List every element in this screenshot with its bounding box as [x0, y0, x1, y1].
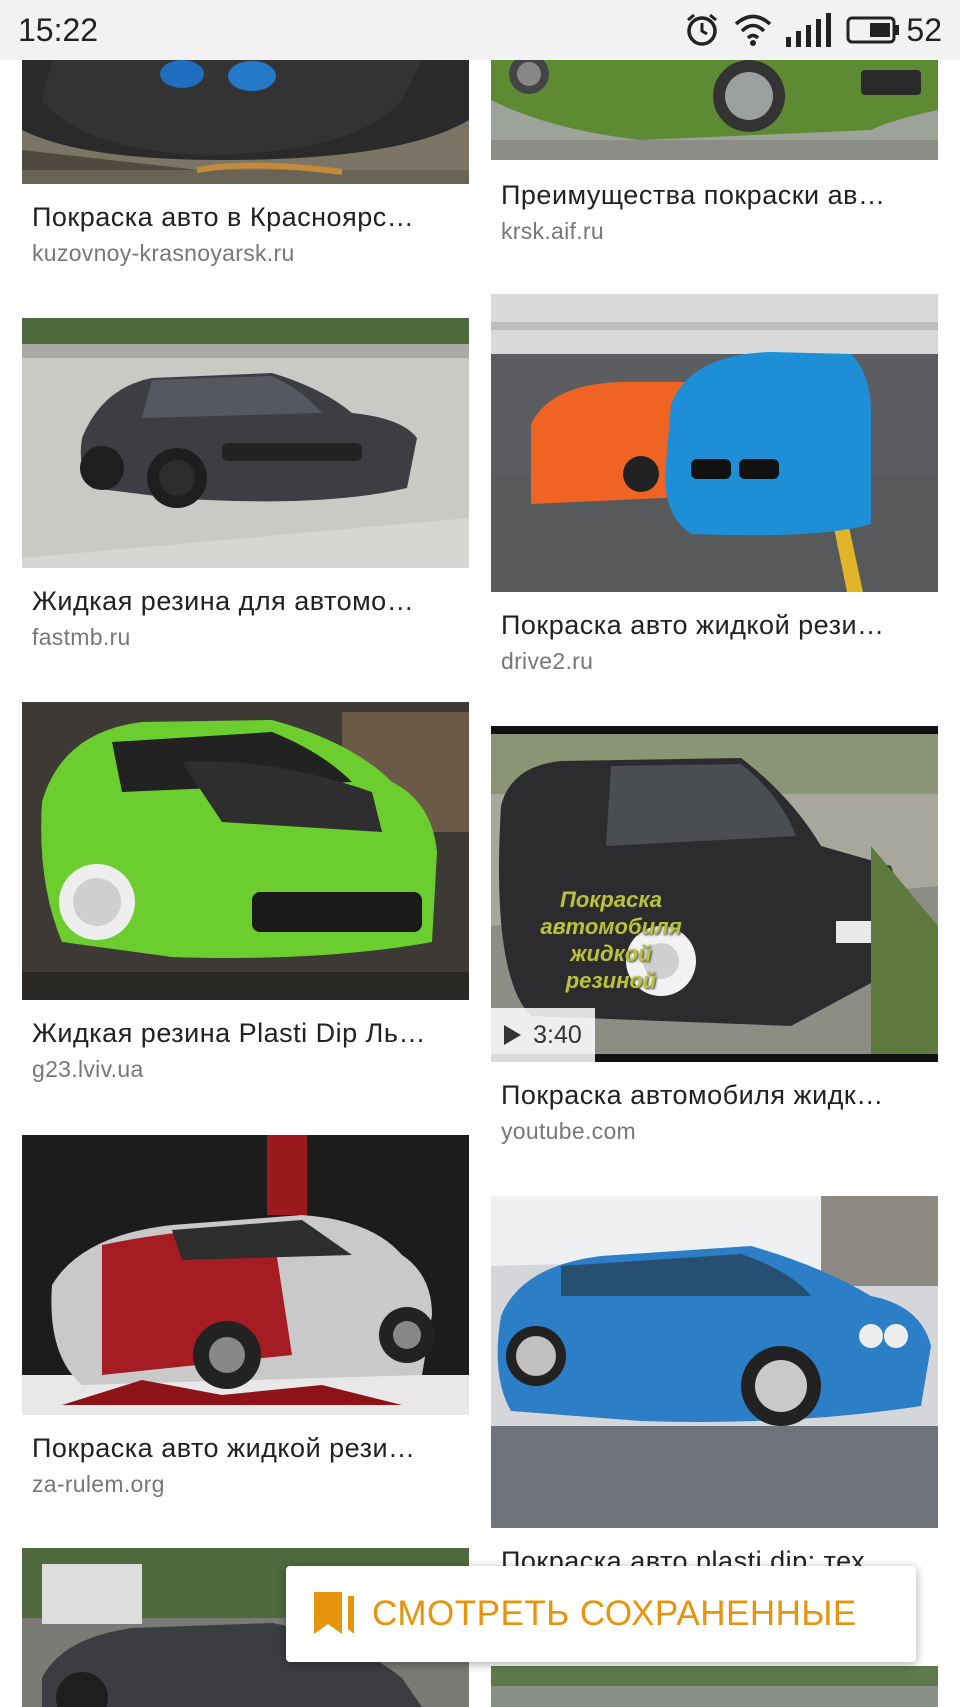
result-title[interactable]: Покраска авто жидкой рези… — [32, 1433, 462, 1464]
wifi-icon — [735, 14, 772, 46]
result-thumbnail[interactable] — [22, 60, 469, 184]
result-card[interactable]: Преимущества покраски ав… krsk.aif.ru — [491, 60, 938, 260]
result-thumbnail[interactable] — [22, 702, 469, 1000]
video-overlay-text: Покраска автомобиля жидкой резиной — [540, 887, 682, 993]
result-title[interactable]: Жидкая резина для автомо… — [32, 586, 462, 617]
bookmark-icon — [314, 1592, 354, 1634]
result-title[interactable]: Жидкая резина Plasti Dip Ль… — [32, 1018, 462, 1049]
result-thumbnail[interactable] — [491, 294, 938, 592]
view-saved-button[interactable]: СМОТРЕТЬ СОХРАНЕННЫЕ — [286, 1566, 916, 1662]
view-saved-label: СМОТРЕТЬ СОХРАНЕННЫЕ — [372, 1594, 857, 1633]
car-image — [491, 1196, 938, 1528]
status-icons: 52 — [670, 10, 942, 50]
result-card[interactable] — [491, 1666, 938, 1707]
car-image — [491, 60, 938, 160]
car-image — [22, 702, 469, 1000]
result-thumbnail[interactable] — [491, 60, 938, 160]
result-source: g23.lviv.ua — [32, 1056, 144, 1082]
car-image — [491, 1666, 938, 1707]
result-thumbnail[interactable] — [491, 1666, 938, 1707]
result-card[interactable]: Жидкая резина для автомо… fastmb.ru — [22, 318, 469, 658]
car-image — [491, 294, 938, 592]
video-duration-badge: 3:40 — [491, 1008, 595, 1062]
car-image — [22, 60, 469, 184]
car-image — [22, 318, 469, 568]
result-title[interactable]: Покраска автомобиля жидк… — [501, 1080, 931, 1111]
battery-icon — [846, 16, 900, 44]
result-card[interactable]: Покраска авто жидкой рези… drive2.ru — [491, 294, 938, 674]
result-title[interactable]: Преимущества покраски ав… — [501, 180, 931, 211]
result-thumbnail[interactable] — [22, 1135, 469, 1415]
result-thumbnail[interactable]: Покраска автомобиля жидкой резиной 3:40 — [491, 726, 938, 1062]
result-source: krsk.aif.ru — [501, 218, 604, 244]
result-source: youtube.com — [501, 1118, 636, 1144]
result-card[interactable]: Покраска автомобиля жидкой резиной 3:40 … — [491, 726, 938, 1156]
result-source: za-rulem.org — [32, 1471, 165, 1497]
result-card[interactable]: Покраска авто жидкой рези… za-rulem.org — [22, 1135, 469, 1505]
status-time: 15:22 — [18, 12, 99, 48]
play-icon — [504, 1025, 522, 1045]
result-title[interactable]: Покраска авто жидкой рези… — [501, 610, 931, 641]
status-bar: 15:22 52 — [0, 0, 960, 60]
car-image — [22, 1135, 469, 1415]
alarm-icon — [687, 13, 718, 46]
result-source: fastmb.ru — [32, 624, 131, 650]
signal-icon — [786, 13, 832, 47]
battery-level: 52 — [906, 11, 942, 48]
result-card[interactable]: Покраска авто plasti dip: тех… — [491, 1196, 938, 1576]
result-title[interactable]: Покраска авто в Красноярс… — [32, 202, 462, 233]
result-source: drive2.ru — [501, 648, 594, 674]
result-source: kuzovnoy-krasnoyarsk.ru — [32, 240, 295, 266]
video-duration: 3:40 — [533, 1020, 582, 1049]
result-thumbnail[interactable] — [22, 318, 469, 568]
result-card[interactable]: Жидкая резина Plasti Dip Ль… g23.lviv.ua — [22, 702, 469, 1092]
result-thumbnail[interactable] — [491, 1196, 938, 1528]
result-card[interactable]: Покраска авто в Красноярс… kuzovnoy-kras… — [22, 60, 469, 300]
